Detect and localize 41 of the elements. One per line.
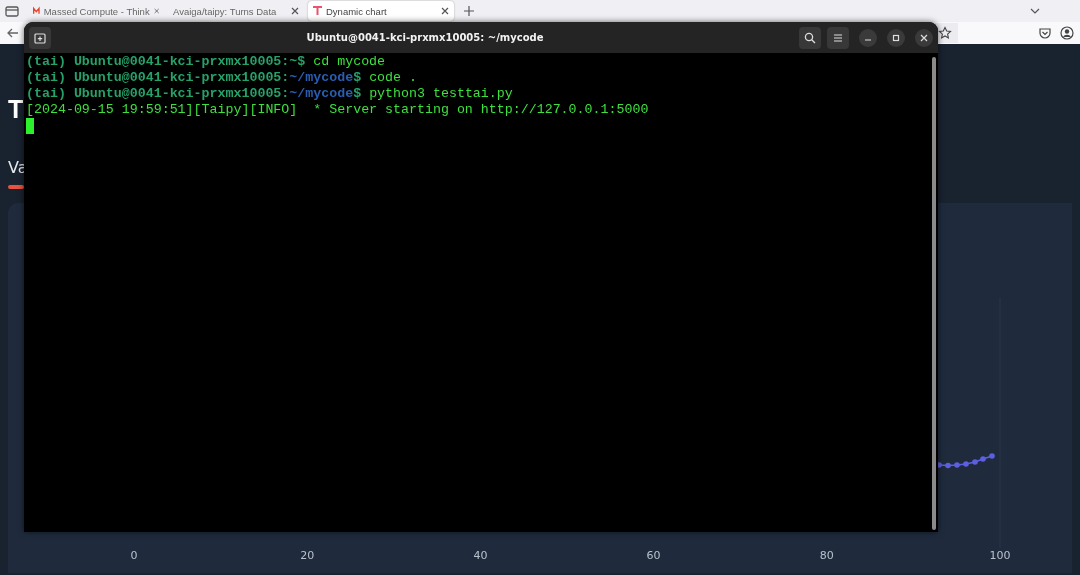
menu-icon bbox=[832, 31, 844, 44]
browser-tab[interactable]: Dynamic chart bbox=[308, 1, 454, 21]
axis-tick-label: 100 bbox=[989, 549, 1011, 562]
axis-tick-label: 80 bbox=[819, 549, 834, 562]
axis-tick-label: 40 bbox=[473, 549, 488, 562]
new-tab-icon[interactable] bbox=[464, 6, 474, 16]
logo-icon bbox=[313, 6, 322, 16]
new-tab-button[interactable] bbox=[29, 26, 51, 49]
terminal-line: (tai) Ubuntu@0041-kci-prxmx10005:~$ cd mycode bbox=[26, 54, 387, 70]
terminal-line: (tai) Ubuntu@0041-kci-prxmx10005:~/mycode$ code . bbox=[26, 70, 418, 86]
maximize-icon bbox=[892, 33, 900, 42]
plus-icon bbox=[34, 31, 46, 44]
zigzag-icon bbox=[33, 6, 40, 16]
axis-tick-label: 0 bbox=[130, 549, 138, 562]
close-icon[interactable] bbox=[291, 7, 299, 15]
star-icon[interactable] bbox=[938, 26, 952, 40]
browser-tab[interactable]: Massed Compute - Think bbox=[28, 1, 164, 21]
close-button[interactable] bbox=[915, 28, 933, 47]
browser-tab[interactable]: Avaiga/taipy: Turns Data bbox=[168, 1, 304, 21]
sidebar-icon[interactable] bbox=[4, 4, 20, 18]
line-drawing bbox=[936, 453, 995, 469]
terminal-line: [2024-09-15 19:59:51][Taipy][INFO] * Server starting on http://127.0.0.1:5000 bbox=[26, 102, 650, 118]
axis-tick-label: 60 bbox=[646, 549, 661, 562]
window-title: Ubuntu@0041-kci-prxmx10005: ~/mycode bbox=[305, 32, 545, 43]
search-button[interactable] bbox=[799, 26, 821, 49]
maximize-button[interactable] bbox=[887, 28, 905, 47]
terminal-line: (tai) Ubuntu@0041-kci-prxmx10005:~/mycode$ python3 testtai.py bbox=[26, 86, 514, 102]
page-heading: T bbox=[8, 96, 24, 122]
account-icon[interactable] bbox=[1060, 26, 1074, 40]
accent-bar bbox=[8, 185, 24, 189]
menu-button[interactable] bbox=[827, 26, 849, 49]
pocket-icon[interactable] bbox=[1038, 26, 1052, 40]
close-icon[interactable] bbox=[441, 7, 449, 15]
minimize-button[interactable] bbox=[859, 28, 877, 47]
cursor bbox=[26, 118, 34, 134]
scrollbar[interactable] bbox=[932, 57, 936, 530]
chevron-icon[interactable] bbox=[1030, 8, 1040, 14]
back-icon[interactable] bbox=[6, 26, 20, 40]
search-icon bbox=[804, 31, 816, 44]
close-icon bbox=[920, 33, 928, 42]
axis-tick-label: 20 bbox=[300, 549, 315, 562]
